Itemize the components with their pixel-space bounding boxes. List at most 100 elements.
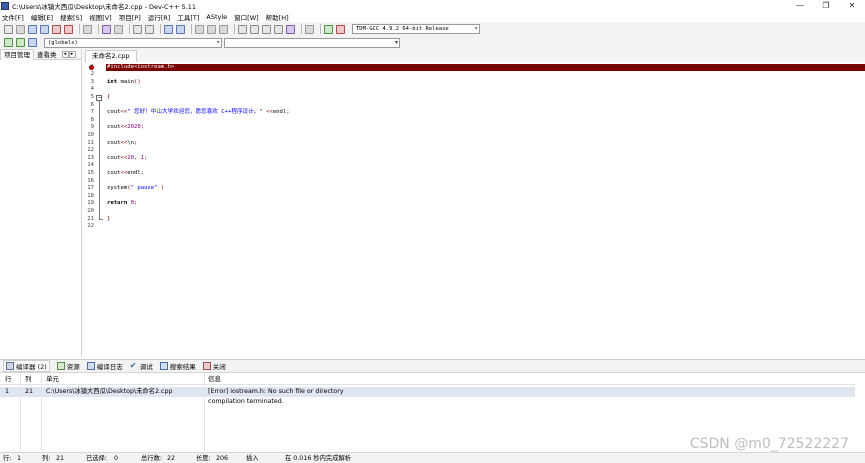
print-icon[interactable] [83,24,92,34]
code-line[interactable]: } [106,216,865,224]
line-number: 16 [87,177,94,184]
line-number: 6 [90,101,94,108]
error-code-line[interactable]: #include<iostream.h> [106,63,865,72]
code-line[interactable]: { [106,94,865,102]
tab-compile-log[interactable]: 编译日志 [86,361,123,371]
code-line[interactable]: system(" pause" ) [106,185,865,193]
replace-icon[interactable] [145,24,154,34]
code-line[interactable] [106,178,865,186]
code-line[interactable] [106,193,865,201]
header-row[interactable]: 行 [5,373,12,385]
tab-compiler[interactable]: 编译器 (2) [3,360,50,372]
delete-profile-icon[interactable] [305,24,314,34]
fold-toggle-icon[interactable]: − [96,94,102,101]
code-line[interactable] [106,147,865,155]
minimize-button[interactable]: — [787,0,813,11]
header-col[interactable]: 列 [25,373,32,385]
menu-astyle[interactable]: AStyle [206,13,227,21]
table-row[interactable]: 1 21 C:\Users\冰镇大西瓜\Desktop\未命名2.cpp [Er… [0,387,855,397]
header-info[interactable]: 信息 [208,373,221,385]
menu-window[interactable]: 窗口[W] [234,12,259,22]
insert-icon[interactable] [4,38,13,47]
scope-select[interactable]: (globals) ▾ [44,37,222,48]
bookmark-icon[interactable] [219,24,228,34]
status-total-label: 总行数: [141,455,163,462]
maximize-button[interactable]: ❐ [813,0,839,11]
new-file-icon[interactable] [4,24,13,34]
tab-close[interactable]: 关闭 [202,361,226,371]
tab-resources[interactable]: 资源 [56,361,80,371]
add-file-icon[interactable] [250,24,259,34]
chart-icon[interactable] [324,24,333,34]
menu-project[interactable]: 项目[P] [119,12,141,22]
code-line[interactable]: cout<<" 您好！中山大学欢迎您，愿您喜欢 C++程序设计。" <<endl… [106,109,865,117]
code-line[interactable] [106,117,865,125]
menu-help[interactable]: 帮助[H] [266,12,289,22]
redo-icon[interactable] [114,24,123,34]
toolbar-divider [234,24,235,34]
cell-unit: C:\Users\冰镇大西瓜\Desktop\未命名2.cpp [46,388,173,395]
code-line[interactable]: return 0; [106,200,865,208]
line-number: 15 [87,169,94,176]
code-line[interactable]: cout<<\n; [106,140,865,148]
code-line[interactable] [106,102,865,110]
close-all-icon[interactable] [64,24,73,34]
tab-class-view[interactable]: 查看类 [34,49,60,59]
watermark: CSDN @m0_72522227 [689,436,849,452]
close-icon [202,362,211,370]
check-syntax-icon[interactable] [286,24,295,34]
menu-search[interactable]: 搜索[S] [60,12,82,22]
menu-file[interactable]: 文件[F] [2,12,24,22]
resources-icon [56,362,65,370]
save-all-icon[interactable] [40,24,49,34]
code-line[interactable]: int main() [106,79,865,87]
back-icon[interactable] [195,24,204,34]
chevron-right-icon[interactable]: ▸ [68,50,76,58]
error-marker-icon [89,64,94,70]
open-file-icon[interactable] [16,24,25,34]
code-editor[interactable]: 12345678910111213141516171819202122− #in… [83,62,865,357]
chevron-left-icon[interactable]: ◂ [61,50,69,58]
code-line[interactable] [106,71,865,79]
toggle-bookmark-icon[interactable] [16,38,25,47]
header-unit[interactable]: 单元 [46,373,59,385]
new-project-icon[interactable] [238,24,247,34]
undo-icon[interactable] [102,24,111,34]
menu-view[interactable]: 视图[V] [89,12,112,22]
menu-tools[interactable]: 工具[T] [177,12,199,22]
goto-line-icon[interactable] [164,24,173,34]
menu-run[interactable]: 运行[R] [148,12,171,22]
line-number: 7 [90,109,94,116]
panel-tab-scroll: ◂ ▸ [61,50,76,58]
code-line[interactable] [106,132,865,140]
code-line[interactable] [106,223,865,231]
close-window-button[interactable]: ✕ [839,0,865,11]
menu-edit[interactable]: 编辑[E] [31,12,53,22]
compiler-select[interactable]: TDM-GCC 4.9.2 64-bit Release ▾ [352,24,480,34]
tab-project-manager[interactable]: 项目管理 [0,48,34,60]
tab-search-results[interactable]: 搜索结果 [159,361,196,371]
line-number: 10 [87,131,94,138]
profile-icon[interactable] [336,24,345,34]
code-line[interactable]: cout<<endl; [106,170,865,178]
status-len-label: 长度: [196,455,211,462]
code-line[interactable] [106,162,865,170]
grid-icon [6,362,14,370]
code-line[interactable]: cout<<20, 1; [106,155,865,163]
find-icon[interactable] [133,24,142,34]
save-icon[interactable] [28,24,37,34]
project-options-icon[interactable] [262,24,271,34]
tab-debug[interactable]: ✔ 调试 [130,361,153,372]
tab-label: 搜索结果 [169,363,196,371]
code-line[interactable] [106,208,865,216]
forward-icon[interactable] [207,24,216,34]
goto-bookmark-icon[interactable] [28,38,37,47]
class-browser-icon[interactable] [274,24,283,34]
file-tab[interactable]: 未命名2.cpp [85,50,137,62]
code-line[interactable] [106,86,865,94]
close-file-icon[interactable] [52,24,61,34]
code-line[interactable]: cout<<2020; [106,124,865,132]
symbol-select[interactable]: ▾ [224,37,400,48]
table-row[interactable]: compilation terminated. [0,397,855,407]
indent-icon[interactable] [176,24,185,34]
